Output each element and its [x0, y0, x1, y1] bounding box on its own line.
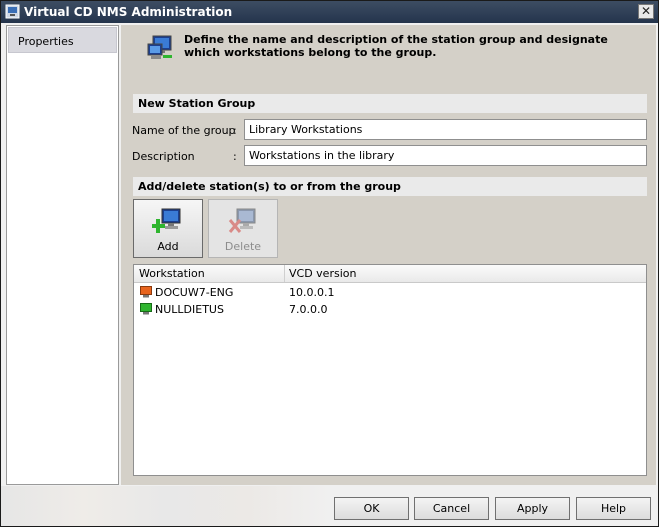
add-button-label: Add	[157, 240, 179, 253]
section-title: New Station Group	[138, 97, 256, 110]
group-description-input[interactable]	[244, 145, 647, 166]
delete-station-button[interactable]: Delete	[208, 199, 278, 258]
properties-panel: Define the name and description of the s…	[121, 25, 656, 485]
help-button[interactable]: Help	[576, 497, 651, 520]
sidebar: Properties	[6, 25, 119, 485]
sidebar-item-label: Properties	[18, 35, 74, 48]
add-station-button[interactable]: Add	[133, 199, 203, 258]
delete-workstation-icon	[228, 208, 256, 233]
cancel-button[interactable]: Cancel	[414, 497, 489, 520]
title-bar[interactable]: Virtual CD NMS Administration ✕	[1, 1, 658, 23]
close-button[interactable]: ✕	[638, 4, 654, 19]
new-station-group-section: New Station Group	[133, 94, 647, 113]
group-name-colon: :	[233, 124, 237, 137]
workstation-name: NULLDIETUS	[155, 303, 224, 316]
workstation-name: DOCUW7-ENG	[155, 286, 234, 299]
section-title: Add/delete station(s) to or from the gro…	[138, 180, 401, 193]
vcd-version: 10.0.0.1	[289, 286, 335, 299]
sidebar-item-properties[interactable]: Properties	[8, 27, 117, 53]
group-name-input[interactable]	[244, 119, 647, 140]
delete-button-label: Delete	[224, 240, 262, 253]
workstation-status-icon	[140, 303, 152, 315]
column-header-vcd-version[interactable]: VCD version	[289, 267, 356, 280]
stations-section: Add/delete station(s) to or from the gro…	[133, 177, 647, 196]
dialog-window: Virtual CD NMS Administration ✕ Properti…	[0, 0, 659, 527]
footer-strip	[1, 486, 331, 526]
apply-button[interactable]: Apply	[495, 497, 570, 520]
column-divider[interactable]	[284, 265, 285, 282]
column-header-workstation[interactable]: Workstation	[139, 267, 205, 280]
add-workstation-icon	[152, 208, 181, 233]
header-description: Define the name and description of the s…	[184, 33, 608, 59]
window-title: Virtual CD NMS Administration	[24, 5, 233, 19]
group-description-colon: :	[233, 150, 237, 163]
workstation-group-icon	[147, 35, 172, 59]
table-row[interactable]: DOCUW7-ENG 10.0.0.1	[134, 284, 646, 301]
table-row[interactable]: NULLDIETUS 7.0.0.0	[134, 301, 646, 318]
group-description-label: Description	[132, 150, 195, 163]
workstation-status-icon	[140, 286, 152, 298]
list-header: Workstation VCD version	[134, 265, 646, 283]
vcd-version: 7.0.0.0	[289, 303, 328, 316]
group-name-label: Name of the group	[132, 124, 236, 137]
close-icon: ✕	[640, 4, 652, 18]
button-bar: OK Cancel Apply Help	[1, 486, 658, 526]
ok-button[interactable]: OK	[334, 497, 409, 520]
workstation-list[interactable]: Workstation VCD version DOCUW7-ENG 10.0.…	[133, 264, 647, 476]
app-icon	[5, 4, 20, 19]
